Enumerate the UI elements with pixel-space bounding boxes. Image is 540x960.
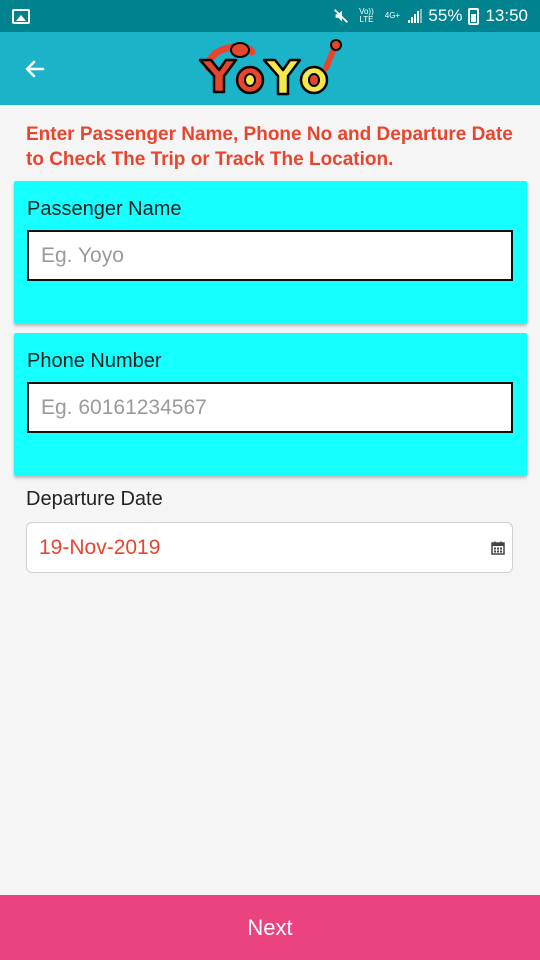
phone-number-label: Phone Number	[27, 350, 162, 372]
yoyo-logo	[198, 39, 342, 96]
phone-number-card: Phone Number Eg. 60161234567	[14, 333, 527, 476]
status-bar: Vo)) LTE 4G+ 55% 13:50	[0, 0, 540, 32]
signal-icon	[408, 9, 423, 23]
mute-icon	[334, 9, 349, 23]
back-button[interactable]	[18, 52, 52, 86]
network-indicator: 4G+	[384, 11, 401, 20]
passenger-name-label: Passenger Name	[27, 198, 182, 220]
departure-date-field[interactable]: 19-Nov-2019	[26, 522, 513, 573]
gallery-icon	[12, 8, 30, 24]
next-button[interactable]: Next	[0, 895, 540, 960]
back-arrow-icon	[25, 60, 45, 78]
volte-indicator: Vo)) LTE	[359, 7, 374, 24]
battery-percent: 55%	[428, 6, 463, 25]
calendar-icon[interactable]	[491, 541, 505, 555]
passenger-name-input[interactable]: Eg. Yoyo	[27, 230, 513, 281]
passenger-name-card: Passenger Name Eg. Yoyo	[14, 181, 527, 324]
departure-date-label: Departure Date	[26, 488, 163, 510]
phone-number-input[interactable]: Eg. 60161234567	[27, 382, 513, 433]
app-bar	[0, 32, 540, 105]
instruction-text: Enter Passenger Name, Phone No and Depar…	[26, 124, 513, 170]
battery-icon	[468, 7, 480, 25]
clock: 13:50	[485, 6, 528, 25]
departure-date-value: 19-Nov-2019	[39, 535, 161, 559]
